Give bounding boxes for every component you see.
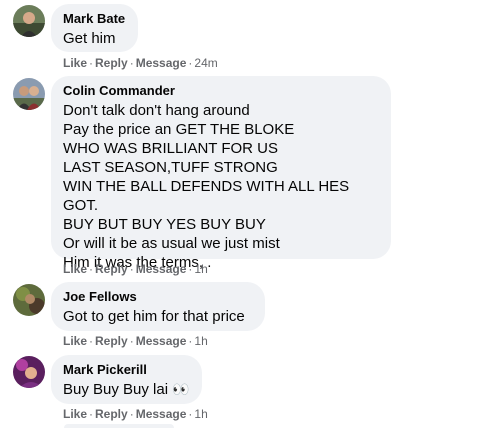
reply-button[interactable]: Reply	[95, 262, 128, 276]
next-comment-bubble-edge	[64, 424, 174, 428]
comment-text: Get him	[63, 30, 116, 47]
comment-bubble: Mark Pickerill Buy Buy Buy lai 👀	[51, 355, 202, 404]
profile-photo-icon	[13, 78, 45, 110]
separator: ·	[89, 262, 94, 276]
avatar[interactable]	[13, 284, 45, 316]
reply-button[interactable]: Reply	[95, 56, 128, 70]
eyes-emoji-icon: 👀	[172, 381, 190, 397]
reply-button[interactable]: Reply	[95, 407, 128, 421]
message-button[interactable]: Message	[136, 262, 187, 276]
message-button[interactable]: Message	[136, 334, 187, 348]
comment-author[interactable]: Mark Pickerill	[63, 362, 190, 378]
comment-timestamp[interactable]: 24m	[194, 56, 217, 70]
avatar[interactable]	[13, 5, 45, 37]
separator: ·	[188, 56, 193, 70]
comment-text: Don't talk don't hang around Pay the pri…	[63, 102, 350, 271]
comment-actions: Like · Reply · Message · 1h	[63, 261, 208, 277]
like-button[interactable]: Like	[63, 262, 87, 276]
like-button[interactable]: Like	[63, 407, 87, 421]
separator: ·	[129, 407, 134, 421]
separator: ·	[89, 407, 94, 421]
comment-timestamp[interactable]: 1h	[194, 407, 207, 421]
separator: ·	[129, 56, 134, 70]
comment-bubble: Colin Commander Don't talk don't hang ar…	[51, 76, 391, 271]
comment-actions: Like · Reply · Message · 1h	[63, 333, 208, 349]
message-button[interactable]: Message	[136, 56, 187, 70]
profile-photo-icon	[13, 284, 45, 316]
separator: ·	[129, 334, 134, 348]
separator: ·	[89, 334, 94, 348]
comment-text-body: Buy Buy Buy lai	[63, 381, 169, 398]
avatar[interactable]	[13, 78, 45, 110]
like-button[interactable]: Like	[63, 56, 87, 70]
comment-timestamp[interactable]: 1h	[194, 262, 207, 276]
avatar[interactable]	[13, 356, 45, 388]
comment-actions: Like · Reply · Message · 1h	[63, 406, 208, 422]
separator: ·	[188, 334, 193, 348]
comment-actions: Like · Reply · Message · 24m	[63, 55, 218, 71]
separator: ·	[129, 262, 134, 276]
comment-text: Got to get him for that price	[63, 308, 245, 325]
comment-author[interactable]: Colin Commander	[63, 83, 379, 99]
profile-photo-icon	[13, 5, 45, 37]
comment-timestamp[interactable]: 1h	[194, 334, 207, 348]
reply-button[interactable]: Reply	[95, 334, 128, 348]
comment-bubble: Joe Fellows Got to get him for that pric…	[51, 282, 265, 331]
message-button[interactable]: Message	[136, 407, 187, 421]
separator: ·	[188, 407, 193, 421]
separator: ·	[89, 56, 94, 70]
comment-author[interactable]: Joe Fellows	[63, 289, 253, 305]
comment-bubble: Mark Bate Get him	[51, 4, 138, 52]
like-button[interactable]: Like	[63, 334, 87, 348]
comment-author[interactable]: Mark Bate	[63, 11, 126, 27]
separator: ·	[188, 262, 193, 276]
comment-text: Buy Buy Buy lai 👀	[63, 380, 190, 399]
profile-photo-icon	[13, 356, 45, 388]
